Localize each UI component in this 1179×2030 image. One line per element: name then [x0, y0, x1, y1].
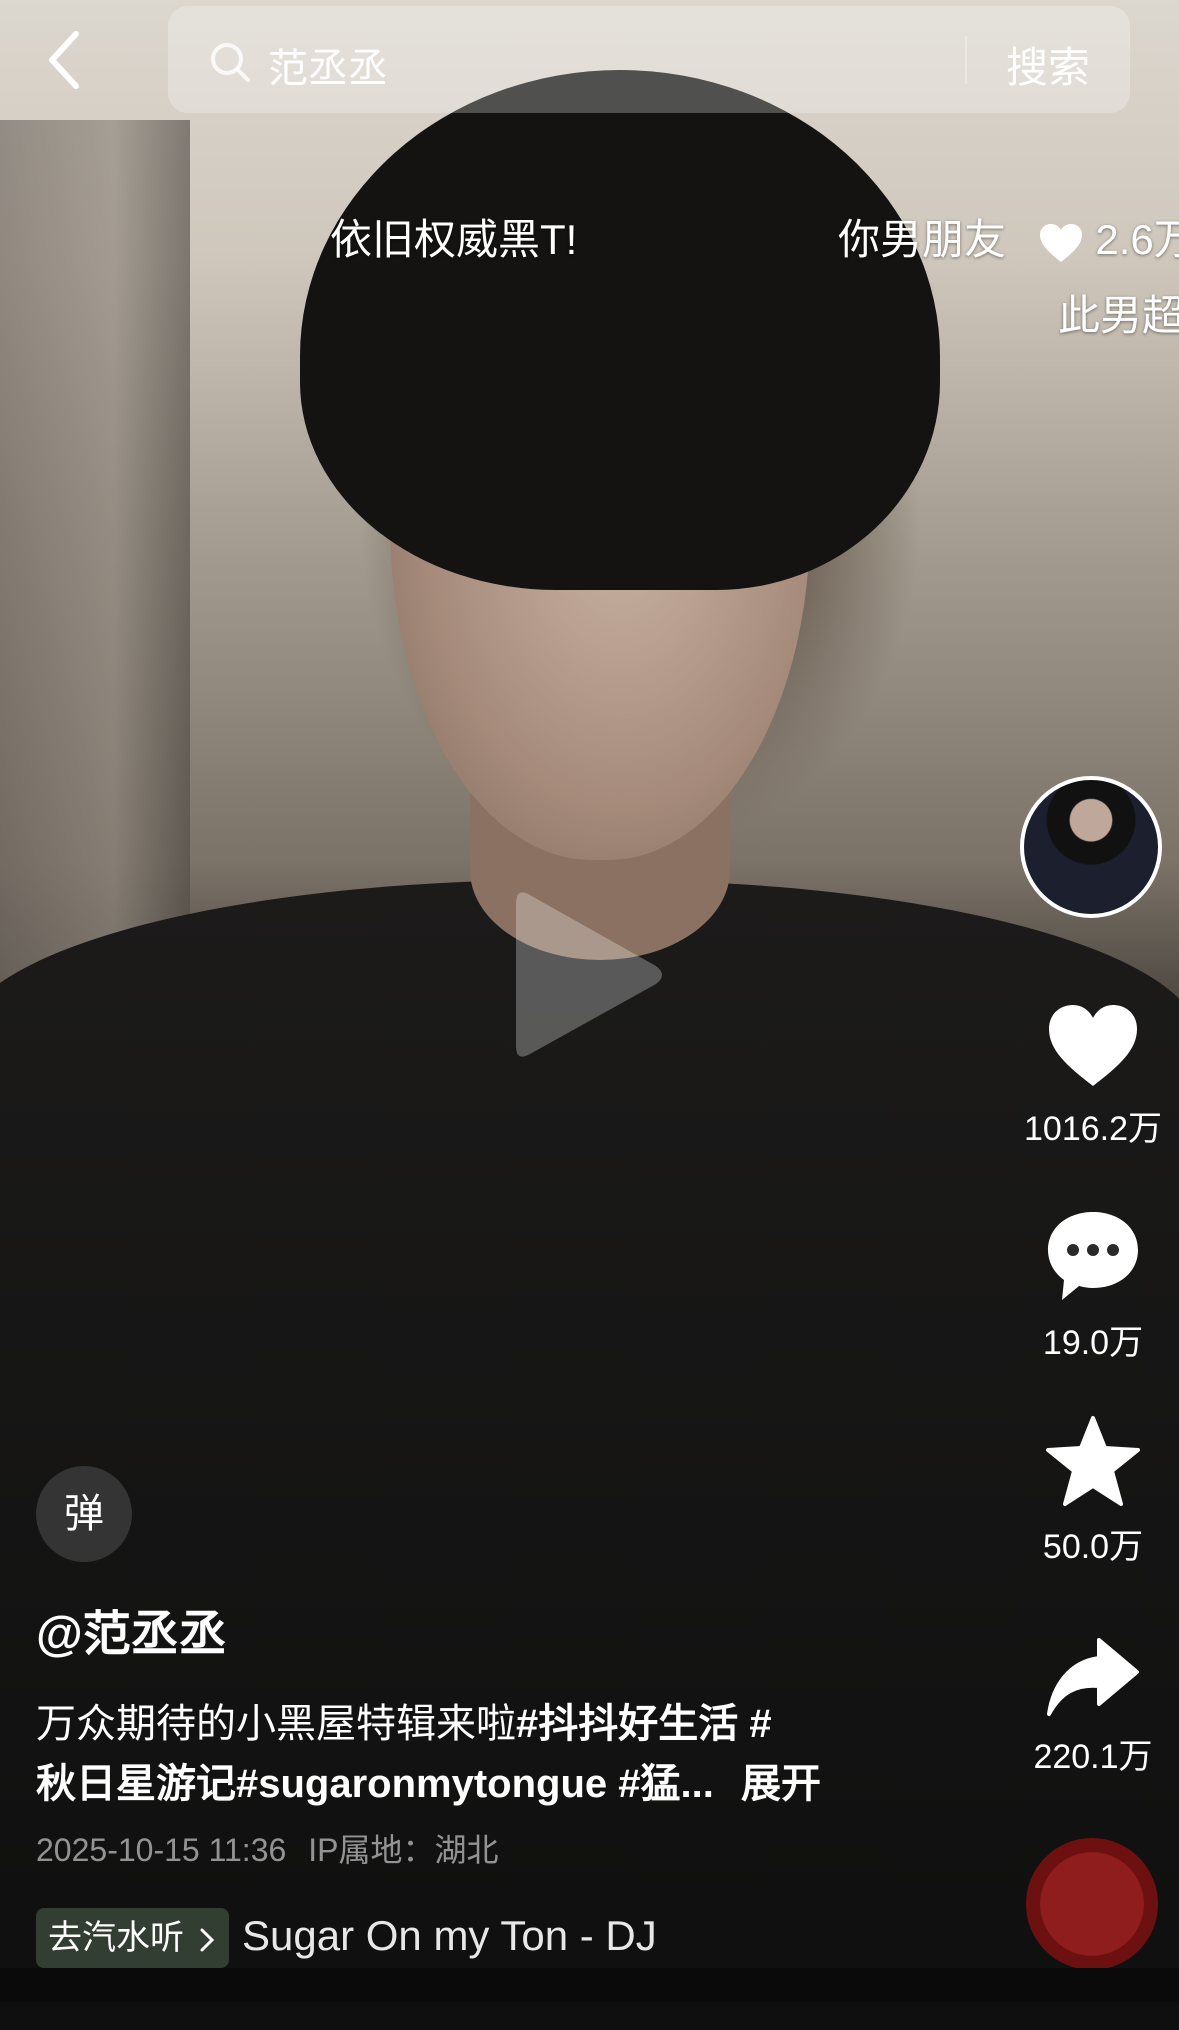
comment-count: 19.0万 — [1042, 1324, 1144, 1362]
share-count: 220.1万 — [1033, 1738, 1153, 1776]
listen-on-qishui-button[interactable]: 去汽水听 — [36, 1908, 230, 1968]
comment-button[interactable]: 19.0万 — [1010, 1208, 1176, 1364]
search-divider — [965, 36, 967, 84]
hashtag[interactable]: #抖抖好生活 # — [516, 1702, 772, 1746]
heart-icon — [1049, 1005, 1137, 1086]
share-icon — [1047, 1638, 1139, 1716]
like-count: 1016.2万 — [1024, 1110, 1162, 1148]
danmaku-text: 此男超 — [1058, 292, 1179, 339]
chevron-left-icon — [49, 31, 79, 89]
danmaku-item: 你男朋友 2.6万 — [838, 206, 1179, 267]
video-meta: 2025-10-15 11:36 IP属地：湖北 — [36, 1825, 499, 1871]
danmaku-likes: 2.6万 — [1095, 216, 1179, 263]
search-bar[interactable]: 范丞丞 搜索 — [168, 6, 1130, 113]
back-button[interactable] — [36, 28, 100, 92]
chevron-right-icon — [200, 1928, 215, 1952]
favorite-count: 50.0万 — [1042, 1528, 1144, 1566]
expand-link[interactable]: 展开 — [741, 1762, 821, 1806]
comment-icon — [1048, 1212, 1138, 1300]
like-button[interactable]: 1016.2万 — [1010, 1002, 1176, 1150]
danmaku-text: 你男朋友 — [838, 216, 1007, 263]
danmaku-text: 依旧权威黑T! — [330, 216, 578, 263]
search-icon — [211, 43, 250, 82]
hashtag[interactable]: 秋日星游记#sugaronmytongue #猛... — [36, 1762, 714, 1806]
post-date: 2025-10-15 11:36 — [36, 1832, 287, 1868]
desc-text: 万众期待的小黑屋特辑来啦 — [36, 1702, 516, 1746]
author-avatar[interactable] — [1020, 776, 1162, 918]
chip-label: 去汽水听 — [48, 1919, 184, 1957]
danmaku-item: 此男超 — [1058, 282, 1179, 343]
author-name[interactable]: @范丞丞 — [36, 1594, 227, 1664]
heart-icon — [1039, 223, 1082, 262]
play-icon[interactable] — [508, 880, 668, 1070]
music-disc[interactable] — [1026, 1838, 1158, 1970]
share-button[interactable]: 220.1万 — [1010, 1636, 1176, 1778]
bottom-bar — [0, 1968, 1179, 2002]
video-description: 万众期待的小黑屋特辑来啦#抖抖好生活 # 秋日星游记#sugaronmytong… — [36, 1694, 936, 1814]
danmaku-item: 依旧权威黑T! — [330, 206, 577, 267]
search-input[interactable]: 范丞丞 — [268, 36, 388, 94]
favorite-button[interactable]: 50.0万 — [1010, 1414, 1176, 1568]
ip-location: IP属地：湖北 — [308, 1832, 499, 1868]
music-title[interactable]: Sugar On my Ton - DJ — [242, 1912, 657, 1960]
star-icon — [1046, 1416, 1140, 1506]
danmaku-toggle[interactable]: 弹 — [36, 1466, 132, 1562]
search-button[interactable]: 搜索 — [1006, 34, 1090, 95]
